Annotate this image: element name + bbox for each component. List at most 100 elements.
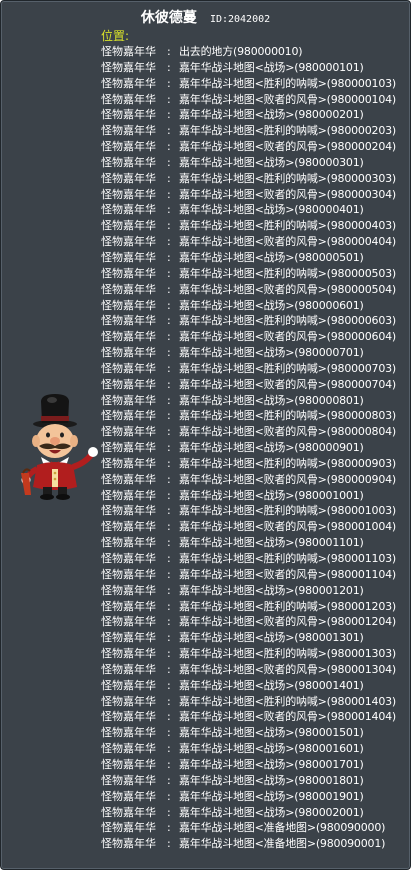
separator: : [167, 377, 171, 391]
destination-option[interactable]: 怪物嘉年华: 嘉年华战斗地图<胜利的呐喊>(980000203) [101, 123, 406, 139]
destination-option[interactable]: 怪物嘉年华: 嘉年华战斗地图<战场>(980000301) [101, 155, 406, 171]
destination-category: 怪物嘉年华 [101, 361, 156, 375]
destination-option[interactable]: 怪物嘉年华: 嘉年华战斗地图<战场>(980000601) [101, 298, 406, 314]
destination-option[interactable]: 怪物嘉年华: 嘉年华战斗地图<战场>(980001801) [101, 773, 406, 789]
destination-option[interactable]: 怪物嘉年华: 嘉年华战斗地图<战场>(980001401) [101, 678, 406, 694]
separator: : [167, 76, 171, 90]
destination-map-label: 嘉年华战斗地图<准备地图>(980090001) [179, 837, 386, 851]
destination-map-label: 嘉年华战斗地图<败者的风骨>(980001404) [179, 710, 397, 724]
destination-option[interactable]: 怪物嘉年华: 嘉年华战斗地图<战场>(980001501) [101, 725, 406, 741]
destination-option[interactable]: 怪物嘉年华: 嘉年华战斗地图<败者的风骨>(980000204) [101, 139, 406, 155]
separator: : [167, 726, 171, 740]
destination-category: 怪物嘉年华 [101, 757, 156, 771]
destination-option[interactable]: 怪物嘉年华: 嘉年华战斗地图<战场>(980000701) [101, 345, 406, 361]
destination-map-label: 嘉年华战斗地图<战场>(980001101) [179, 536, 364, 550]
destination-option[interactable]: 怪物嘉年华: 嘉年华战斗地图<胜利的呐喊>(980000603) [101, 313, 406, 329]
destination-option[interactable]: 怪物嘉年华: 嘉年华战斗地图<战场>(980000201) [101, 107, 406, 123]
destination-option[interactable]: 怪物嘉年华: 嘉年华战斗地图<胜利的呐喊>(980001403) [101, 694, 406, 710]
destination-option[interactable]: 怪物嘉年华: 嘉年华战斗地图<胜利的呐喊>(980001003) [101, 503, 406, 519]
destination-map-label: 嘉年华战斗地图<胜利的呐喊>(980000403) [179, 219, 397, 233]
separator: : [167, 171, 171, 185]
destination-category: 怪物嘉年华 [101, 599, 156, 613]
separator: : [167, 567, 171, 581]
destination-category: 怪物嘉年华 [101, 694, 156, 708]
destination-category: 怪物嘉年华 [101, 488, 156, 502]
destination-option[interactable]: 怪物嘉年华: 嘉年华战斗地图<胜利的呐喊>(980000303) [101, 171, 406, 187]
destination-option[interactable]: 怪物嘉年华: 嘉年华战斗地图<准备地图>(980090001) [101, 836, 406, 852]
destination-option[interactable]: 怪物嘉年华: 嘉年华战斗地图<战场>(980000101) [101, 60, 406, 76]
destination-option[interactable]: 怪物嘉年华: 嘉年华战斗地图<胜利的呐喊>(980000803) [101, 408, 406, 424]
destination-category: 怪物嘉年华 [101, 219, 156, 233]
destination-option[interactable]: 怪物嘉年华: 嘉年华战斗地图<战场>(980001201) [101, 583, 406, 599]
destination-option[interactable]: 怪物嘉年华: 嘉年华战斗地图<胜利的呐喊>(980000903) [101, 456, 406, 472]
separator: : [167, 266, 171, 280]
destination-option[interactable]: 怪物嘉年华: 嘉年华战斗地图<败者的风骨>(980000604) [101, 329, 406, 345]
separator: : [167, 504, 171, 518]
destination-category: 怪物嘉年华 [101, 171, 156, 185]
destination-option[interactable]: 怪物嘉年华: 嘉年华战斗地图<败者的风骨>(980000404) [101, 234, 406, 250]
destination-map-label: 嘉年华战斗地图<败者的风骨>(980001304) [179, 662, 397, 676]
destination-map-label: 嘉年华战斗地图<胜利的呐喊>(980000203) [179, 124, 397, 138]
destination-category: 怪物嘉年华 [101, 140, 156, 154]
separator: : [167, 615, 171, 629]
separator: : [167, 124, 171, 138]
separator: : [167, 219, 171, 233]
destination-option[interactable]: 怪物嘉年华: 嘉年华战斗地图<战场>(980000901) [101, 440, 406, 456]
destination-option[interactable]: 怪物嘉年华: 出去的地方(980000010) [101, 44, 406, 60]
destination-option[interactable]: 怪物嘉年华: 嘉年华战斗地图<战场>(980001701) [101, 757, 406, 773]
destination-option[interactable]: 怪物嘉年华: 嘉年华战斗地图<胜利的呐喊>(980000103) [101, 76, 406, 92]
destination-option[interactable]: 怪物嘉年华: 嘉年华战斗地图<败者的风骨>(980000304) [101, 187, 406, 203]
separator: : [167, 488, 171, 502]
destination-category: 怪物嘉年华 [101, 45, 156, 58]
separator: : [167, 599, 171, 613]
destination-option[interactable]: 怪物嘉年华: 嘉年华战斗地图<败者的风骨>(980001104) [101, 567, 406, 583]
destination-map-label: 嘉年华战斗地图<战场>(980001901) [179, 789, 364, 803]
destination-option[interactable]: 怪物嘉年华: 嘉年华战斗地图<战场>(980001601) [101, 741, 406, 757]
destination-map-label: 嘉年华战斗地图<胜利的呐喊>(980001003) [179, 504, 397, 518]
destination-map-label: 嘉年华战斗地图<败者的风骨>(980000804) [179, 425, 397, 439]
separator: : [167, 821, 171, 835]
destination-option[interactable]: 怪物嘉年华: 嘉年华战斗地图<战场>(980001301) [101, 630, 406, 646]
destination-option[interactable]: 怪物嘉年华: 嘉年华战斗地图<败者的风骨>(980001204) [101, 614, 406, 630]
separator: : [167, 837, 171, 851]
destination-option[interactable]: 怪物嘉年华: 嘉年华战斗地图<败者的风骨>(980001304) [101, 662, 406, 678]
destination-option[interactable]: 怪物嘉年华: 嘉年华战斗地图<胜利的呐喊>(980001303) [101, 646, 406, 662]
destination-category: 怪物嘉年华 [101, 425, 156, 439]
destination-option[interactable]: 怪物嘉年华: 嘉年华战斗地图<胜利的呐喊>(980001203) [101, 599, 406, 615]
destination-option[interactable]: 怪物嘉年华: 嘉年华战斗地图<败者的风骨>(980001004) [101, 519, 406, 535]
separator: : [167, 155, 171, 169]
destination-option[interactable]: 怪物嘉年华: 嘉年华战斗地图<准备地图>(980090000) [101, 820, 406, 836]
dialog-title: 休彼德蔓 ID:2042002 [1, 7, 410, 27]
destination-map-label: 嘉年华战斗地图<败者的风骨>(980000904) [179, 472, 397, 486]
destination-map-label: 嘉年华战斗地图<败者的风骨>(980001004) [179, 520, 397, 534]
destination-option[interactable]: 怪物嘉年华: 嘉年华战斗地图<胜利的呐喊>(980000503) [101, 266, 406, 282]
destination-category: 怪物嘉年华 [101, 789, 156, 803]
separator: : [167, 773, 171, 787]
destination-map-label: 嘉年华战斗地图<败者的风骨>(980000304) [179, 187, 397, 201]
destination-option[interactable]: 怪物嘉年华: 嘉年华战斗地图<战场>(980001001) [101, 488, 406, 504]
destination-option[interactable]: 怪物嘉年华: 嘉年华战斗地图<战场>(980002001) [101, 805, 406, 821]
destination-option[interactable]: 怪物嘉年华: 嘉年华战斗地图<战场>(980000801) [101, 393, 406, 409]
destination-option[interactable]: 怪物嘉年华: 嘉年华战斗地图<败者的风骨>(980001404) [101, 709, 406, 725]
destination-category: 怪物嘉年华 [101, 187, 156, 201]
destination-map-label: 出去的地方(980000010) [179, 45, 303, 58]
destination-map-label: 嘉年华战斗地图<战场>(980000901) [179, 441, 364, 455]
destination-option[interactable]: 怪物嘉年华: 嘉年华战斗地图<败者的风骨>(980000504) [101, 282, 406, 298]
destination-option[interactable]: 怪物嘉年华: 嘉年华战斗地图<胜利的呐喊>(980001103) [101, 551, 406, 567]
destination-option[interactable]: 怪物嘉年华: 嘉年华战斗地图<战场>(980001101) [101, 535, 406, 551]
separator: : [167, 45, 171, 58]
destination-option[interactable]: 怪物嘉年华: 嘉年华战斗地图<战场>(980001901) [101, 789, 406, 805]
destination-option[interactable]: 怪物嘉年华: 嘉年华战斗地图<败者的风骨>(980000904) [101, 472, 406, 488]
destination-option[interactable]: 怪物嘉年华: 嘉年华战斗地图<败者的风骨>(980000104) [101, 92, 406, 108]
destination-map-label: 嘉年华战斗地图<战场>(980000201) [179, 108, 364, 122]
destination-category: 怪物嘉年华 [101, 678, 156, 692]
separator: : [167, 694, 171, 708]
destination-option[interactable]: 怪物嘉年华: 嘉年华战斗地图<战场>(980000501) [101, 250, 406, 266]
destination-option[interactable]: 怪物嘉年华: 嘉年华战斗地图<胜利的呐喊>(980000703) [101, 361, 406, 377]
destination-option[interactable]: 怪物嘉年华: 嘉年华战斗地图<胜利的呐喊>(980000403) [101, 218, 406, 234]
destination-category: 怪物嘉年华 [101, 441, 156, 455]
destination-option[interactable]: 怪物嘉年华: 嘉年华战斗地图<战场>(980000401) [101, 202, 406, 218]
destination-option[interactable]: 怪物嘉年华: 嘉年华战斗地图<败者的风骨>(980000704) [101, 377, 406, 393]
destination-option[interactable]: 怪物嘉年华: 嘉年华战斗地图<败者的风骨>(980000804) [101, 424, 406, 440]
destination-map-label: 嘉年华战斗地图<战场>(980001301) [179, 631, 364, 645]
